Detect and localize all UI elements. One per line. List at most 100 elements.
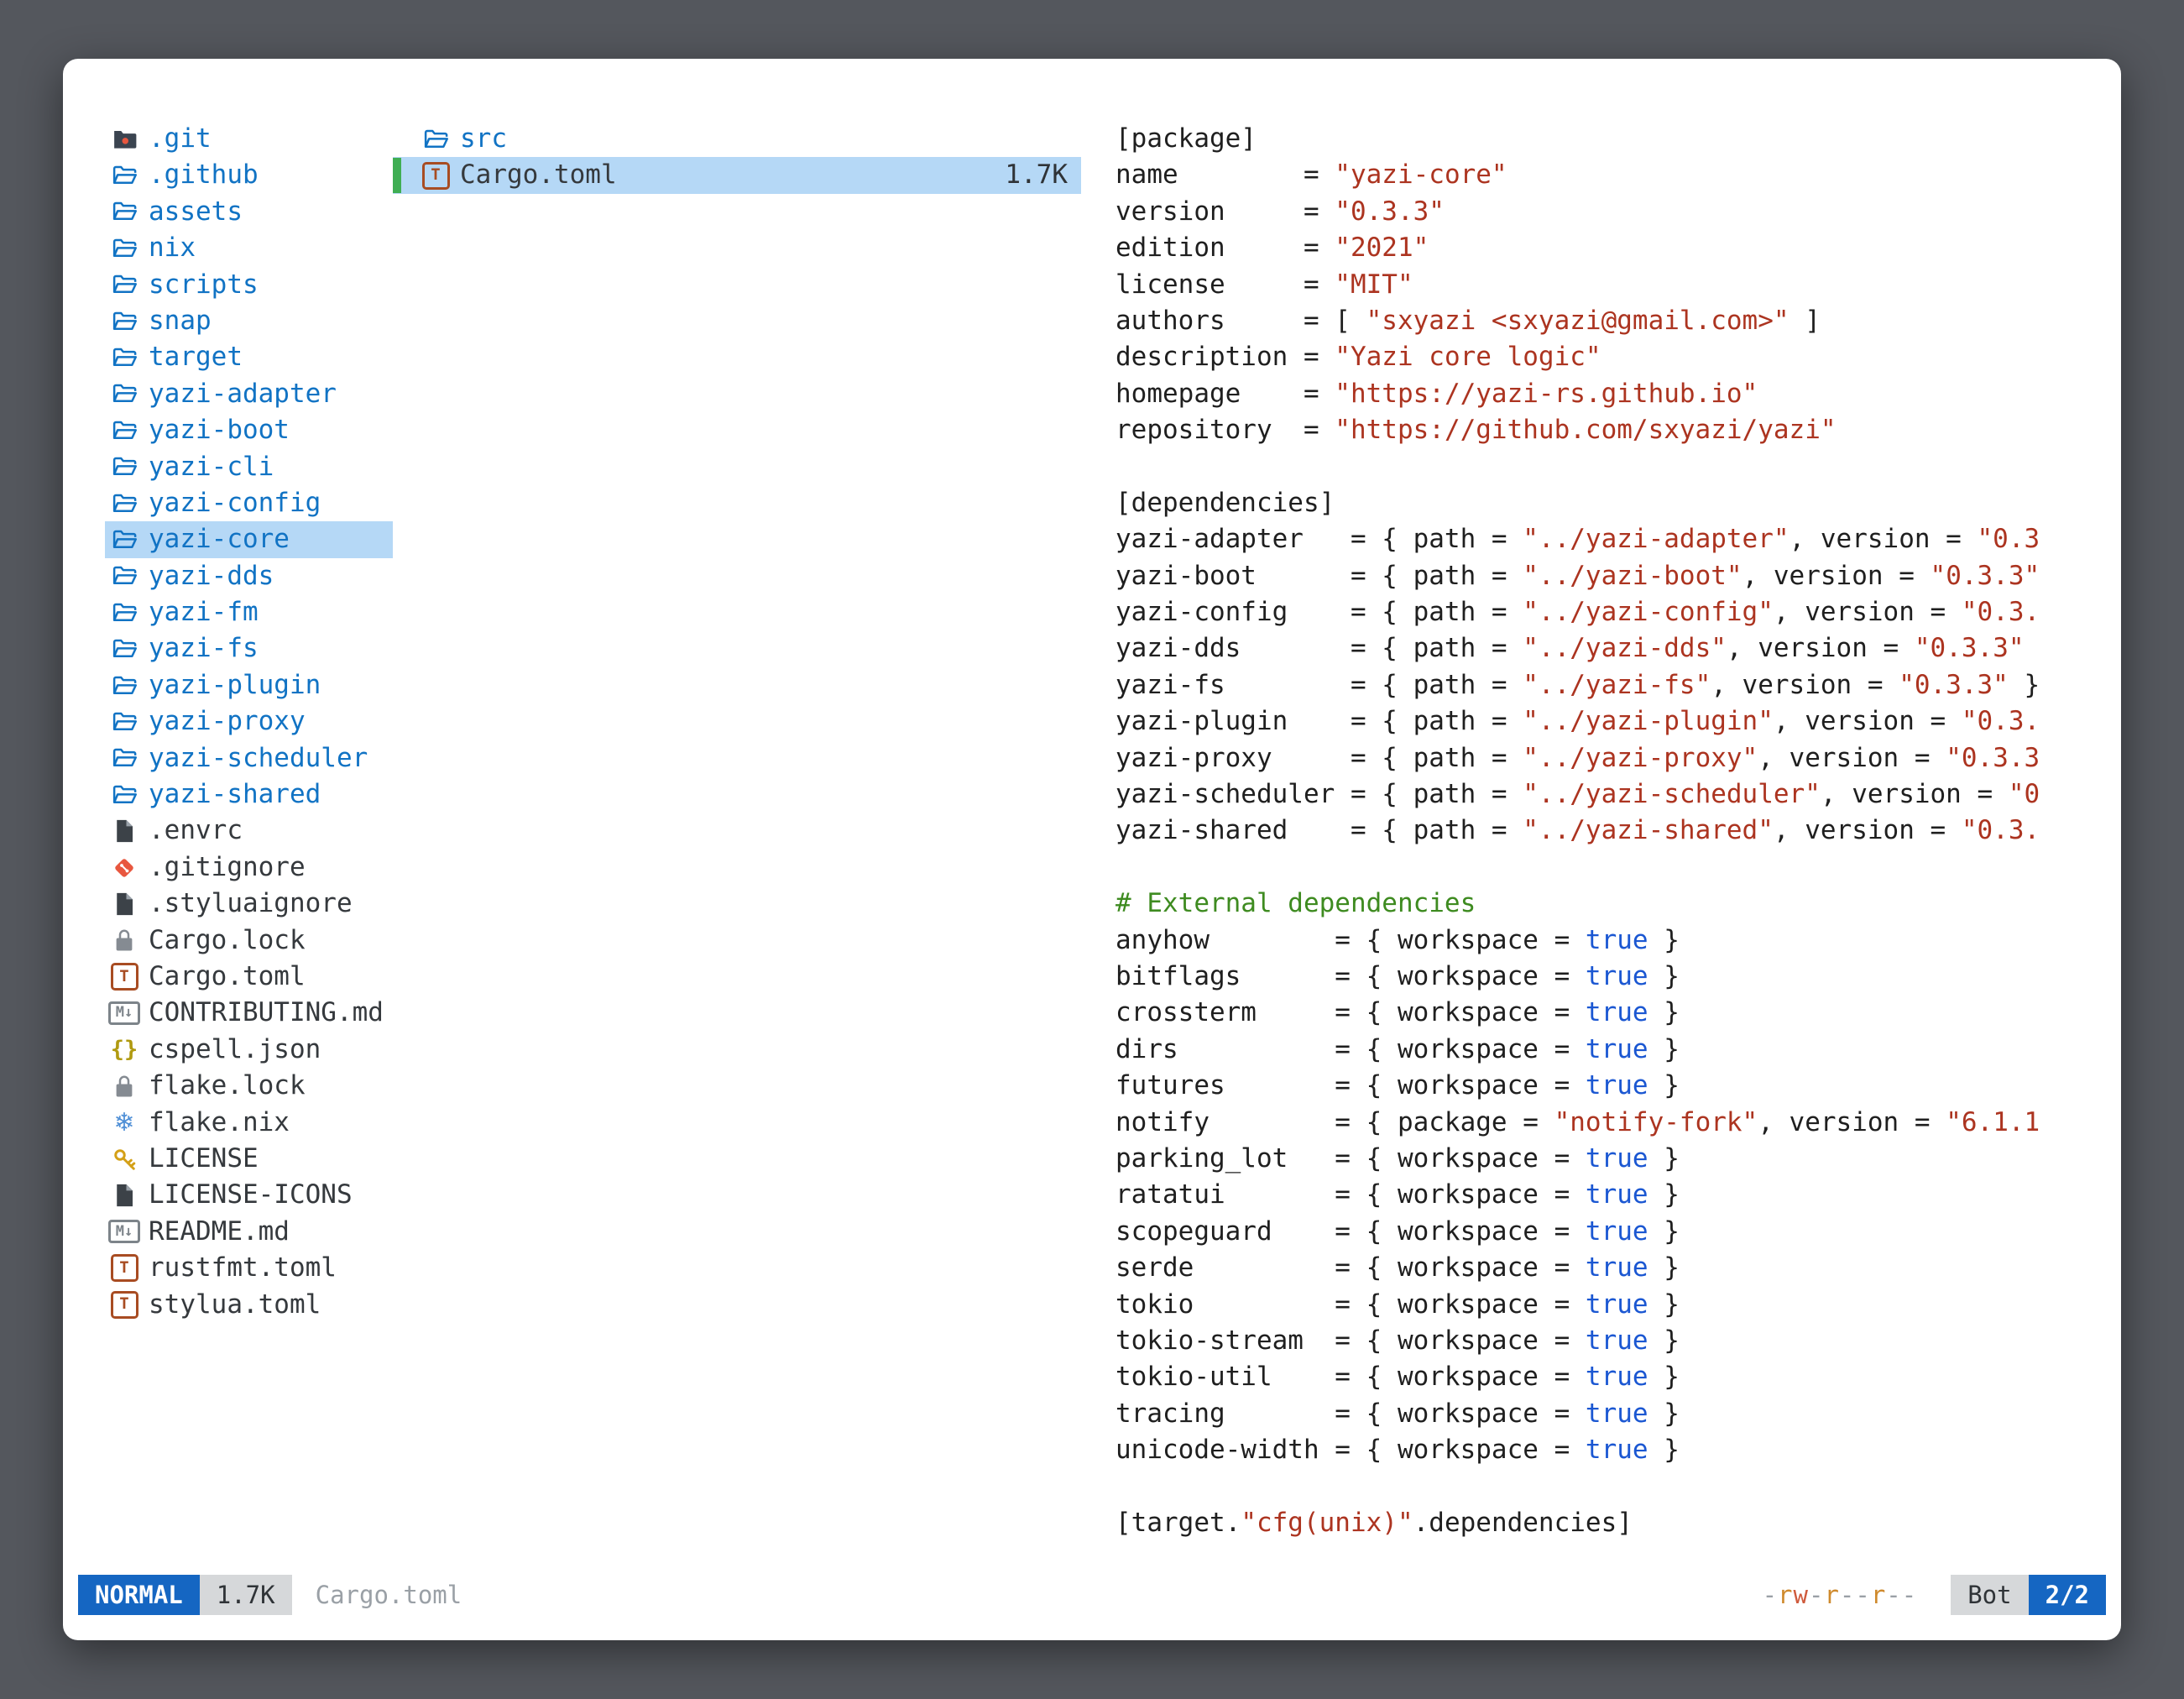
file-row[interactable]: M↓CONTRIBUTING.md [105, 995, 393, 1031]
file-row[interactable]: M↓README.md [105, 1214, 393, 1250]
file-row[interactable]: yazi-fm [105, 594, 393, 630]
status-bar-right: -rw-r--r-- Bot 2/2 [1763, 1575, 2106, 1615]
file-name: flake.nix [149, 1105, 290, 1141]
folder-open-icon [108, 562, 140, 590]
folder-open-icon [108, 525, 140, 554]
file-counter-badge: 2/2 [2029, 1575, 2106, 1615]
status-filename: Cargo.toml [316, 1581, 462, 1609]
file-row[interactable]: nix [105, 230, 393, 266]
file-row[interactable]: .gitignore [105, 850, 393, 886]
file-name: LICENSE [149, 1141, 259, 1177]
file-row[interactable]: yazi-shared [105, 776, 393, 813]
file-row[interactable]: ❄flake.nix [105, 1105, 393, 1141]
folder-open-icon [108, 234, 140, 263]
current-pane: srcTCargo.toml1.7K [393, 121, 1081, 194]
scroll-position-badge: Bot [1951, 1575, 2028, 1615]
preview-line: ratatui = { workspace = true } [1116, 1177, 2089, 1213]
folder-open-icon [108, 307, 140, 336]
preview-line: tracing = { workspace = true } [1116, 1396, 2089, 1432]
lock-icon [108, 1072, 140, 1100]
file-row[interactable]: flake.lock [105, 1068, 393, 1104]
file-row[interactable]: LICENSE [105, 1141, 393, 1177]
file-row[interactable]: T Cargo.toml [105, 959, 393, 995]
file-row[interactable]: yazi-proxy [105, 703, 393, 740]
file-row[interactable]: yazi-cli [105, 449, 393, 485]
file-row[interactable]: .styluaignore [105, 886, 393, 922]
preview-line: homepage = "https://yazi-rs.github.io" [1116, 376, 2089, 412]
file-name: yazi-scheduler [149, 740, 368, 776]
file-row[interactable]: src [393, 121, 1081, 157]
file-row[interactable]: yazi-boot [105, 412, 393, 448]
file-row[interactable]: yazi-core [105, 521, 393, 557]
parent-pane: .git.githubassetsnixscriptssnaptargetyaz… [105, 121, 393, 1323]
preview-line: yazi-boot = { path = "../yazi-boot", ver… [1116, 558, 2089, 594]
preview-line: yazi-fs = { path = "../yazi-fs", version… [1116, 667, 2089, 703]
file-name: README.md [149, 1214, 290, 1250]
file-row[interactable]: assets [105, 194, 393, 230]
toml-icon: T [420, 161, 452, 190]
file-name: yazi-fm [149, 594, 259, 630]
preview-line: [target."cfg(unix)".dependencies] [1116, 1505, 2089, 1541]
file-row[interactable]: Tstylua.toml [105, 1287, 393, 1323]
file-name: .git [149, 121, 212, 157]
preview-line: description = "Yazi core logic" [1116, 339, 2089, 375]
file-name: Cargo.toml [149, 959, 306, 995]
git-icon [108, 854, 140, 882]
folder-open-icon [108, 744, 140, 772]
file-row[interactable]: .git [105, 121, 393, 157]
file-name: cspell.json [149, 1032, 321, 1068]
folder-open-icon [108, 452, 140, 481]
file-row[interactable]: scripts [105, 267, 393, 303]
preview-line: dirs = { workspace = true } [1116, 1032, 2089, 1068]
preview-line: license = "MIT" [1116, 267, 2089, 303]
file-row[interactable]: yazi-dds [105, 558, 393, 594]
preview-line: repository = "https://github.com/sxyazi/… [1116, 412, 2089, 448]
file-row[interactable]: Trustfmt.toml [105, 1250, 393, 1286]
preview-line [1116, 1468, 2089, 1504]
file-row[interactable]: TCargo.toml1.7K [393, 157, 1081, 193]
preview-line: tokio = { workspace = true } [1116, 1287, 2089, 1323]
folder-open-icon [108, 672, 140, 700]
file-row[interactable]: yazi-adapter [105, 376, 393, 412]
file-row[interactable]: .envrc [105, 813, 393, 849]
folder-open-icon [108, 708, 140, 736]
file-row[interactable]: yazi-scheduler [105, 740, 393, 776]
preview-line: yazi-config = { path = "../yazi-config",… [1116, 594, 2089, 630]
folder-open-icon [108, 416, 140, 445]
file-name: Cargo.lock [149, 923, 306, 959]
file-row[interactable]: .github [105, 157, 393, 193]
toml-icon: T [108, 1290, 140, 1319]
preview-line: tokio-util = { workspace = true } [1116, 1359, 2089, 1395]
file-name: .styluaignore [149, 886, 353, 922]
file-row[interactable]: Cargo.lock [105, 923, 393, 959]
file-row[interactable]: LICENSE-ICONS [105, 1177, 393, 1213]
file-name: LICENSE-ICONS [149, 1177, 353, 1213]
preview-line: [dependencies] [1116, 485, 2089, 521]
preview-pane: [package]name = "yazi-core"version = "0.… [1116, 121, 2089, 1541]
file-name: yazi-core [149, 521, 290, 557]
file-icon [108, 890, 140, 918]
preview-line: yazi-dds = { path = "../yazi-dds", versi… [1116, 630, 2089, 667]
file-row[interactable]: yazi-fs [105, 630, 393, 667]
preview-line: name = "yazi-core" [1116, 157, 2089, 193]
folder-open-icon [108, 599, 140, 627]
file-icon [108, 817, 140, 845]
file-row[interactable]: yazi-config [105, 485, 393, 521]
file-row[interactable]: {}cspell.json [105, 1032, 393, 1068]
preview-line: version = "0.3.3" [1116, 194, 2089, 230]
folder-open-icon [108, 270, 140, 299]
file-row[interactable]: target [105, 339, 393, 375]
status-bar-left: NORMAL 1.7K Cargo.toml [78, 1575, 462, 1615]
toml-icon: T [108, 963, 140, 991]
preview-line: authors = [ "sxyazi <sxyazi@gmail.com>" … [1116, 303, 2089, 339]
file-row[interactable]: snap [105, 303, 393, 339]
file-name: CONTRIBUTING.md [149, 995, 384, 1031]
file-name: .envrc [149, 813, 243, 849]
folder-open-icon [108, 161, 140, 190]
file-name: assets [149, 194, 243, 230]
preview-line: [package] [1116, 121, 2089, 157]
file-name: yazi-plugin [149, 667, 321, 703]
file-name: target [149, 339, 243, 375]
preview-line [1116, 449, 2089, 485]
file-row[interactable]: yazi-plugin [105, 667, 393, 703]
